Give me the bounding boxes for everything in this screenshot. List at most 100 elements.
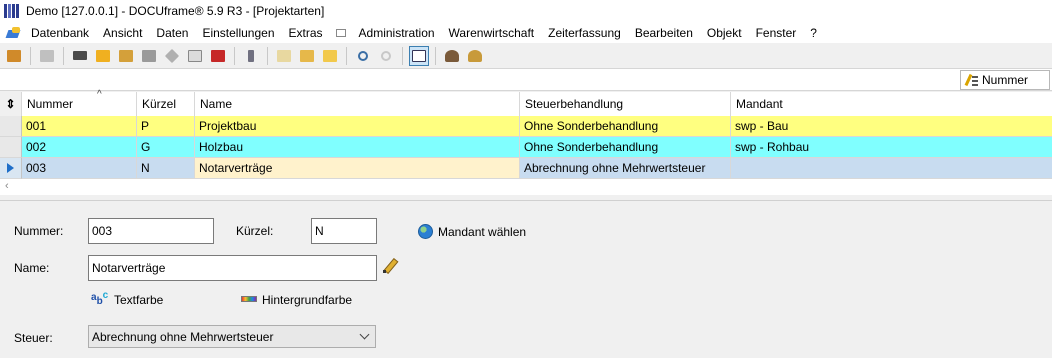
search-disabled-icon[interactable] [376,46,396,66]
cell-steuerbehandlung[interactable]: Ohne Sonderbehandlung [520,116,731,137]
steuer-select-value: Abrechnung ohne Mehrwertsteuer [92,329,274,344]
textfarbe-button[interactable]: Textfarbe [114,293,163,307]
folder-icon[interactable] [116,46,136,66]
cell-name[interactable]: Holzbau [195,137,520,158]
menu-fenster[interactable]: Fenster [749,26,804,40]
cell-steuerbehandlung[interactable]: Ohne Sonderbehandlung [520,137,731,158]
table-row[interactable]: 002 G Holzbau Ohne Sonderbehandlung swp … [0,137,1052,158]
window-title: Demo [127.0.0.1] - DOCUframe® 5.9 R3 - [… [26,4,325,18]
menu-daten[interactable]: Daten [149,26,195,40]
cell-mandant[interactable]: swp - Rohbau [731,137,1052,158]
menu-help[interactable]: ? [803,26,824,40]
notebook-icon[interactable] [139,46,159,66]
projektarten-grid: ⇕ Nummer ^ Kürzel Name Steuerbehandlung … [0,89,1052,195]
menu-zeiterfassung[interactable]: Zeiterfassung [541,26,628,40]
kuerzel-label: Kürzel: [236,224,274,238]
table-row-current[interactable]: 003 N Notarverträge Abrechnung ohne Mehr… [0,158,1052,179]
cell-nummer[interactable]: 001 [22,116,137,137]
background-color-icon[interactable] [241,296,257,302]
user-group-icon[interactable] [465,46,485,66]
cell-kuerzel[interactable]: G [137,137,195,158]
horizontal-scrollbar[interactable]: ‹ [0,180,1052,194]
menu-administration[interactable]: Administration [352,26,442,40]
tag-icon[interactable] [162,46,182,66]
table-row[interactable]: 001 P Projektbau Ohne Sonderbehandlung s… [0,116,1052,137]
list-icon[interactable] [93,46,113,66]
open-folder-icon[interactable] [297,46,317,66]
new-record-icon[interactable] [4,46,24,66]
menu-datenbank[interactable]: Datenbank [24,26,96,40]
select-all-icon[interactable]: ⇕ [0,92,22,116]
toolbar [0,43,1052,69]
steuer-select[interactable]: Abrechnung ohne Mehrwertsteuer [88,325,376,348]
column-header-steuerbehandlung[interactable]: Steuerbehandlung [520,92,731,116]
hintergrundfarbe-button[interactable]: Hintergrundfarbe [262,293,352,307]
print-icon[interactable] [37,46,57,66]
row-selector[interactable] [0,116,22,137]
menu-app-icon[interactable] [6,26,22,40]
cell-steuerbehandlung[interactable]: Abrechnung ohne Mehrwertsteuer [520,158,731,179]
mandant-waehlen-link[interactable]: Mandant wählen [438,225,526,239]
phone-icon[interactable] [241,46,261,66]
menu-objekt[interactable]: Objekt [700,26,749,40]
menu-warenwirtschaft[interactable]: Warenwirtschaft [442,26,542,40]
detail-panel: Nummer: 003 Kürzel: N Mandant wählen Nam… [0,200,1052,358]
steuer-label: Steuer: [14,331,53,345]
column-header-nummer[interactable]: Nummer ^ [22,89,137,116]
menu-extras[interactable]: Extras [282,26,330,40]
cell-name[interactable]: Projektbau [195,116,520,137]
contact-card-icon[interactable] [70,46,90,66]
row-selector[interactable] [0,158,22,179]
globe-icon[interactable] [418,224,433,239]
cell-nummer[interactable]: 002 [22,137,137,158]
scroll-left-icon[interactable]: ‹ [5,180,9,192]
document-icon[interactable] [185,46,205,66]
keyboard-icon[interactable] [335,28,346,37]
text-color-icon[interactable]: abc [91,291,108,307]
export-icon[interactable] [320,46,340,66]
toolbar-separator [346,46,347,65]
new-document-icon[interactable] [274,46,294,66]
kuerzel-field[interactable]: N [311,218,377,244]
nummer-label: Nummer: [14,224,64,238]
toolbar-separator [234,46,235,65]
cell-kuerzel[interactable]: P [137,116,195,137]
cell-kuerzel[interactable]: N [137,158,195,179]
menu-bar: Datenbank Ansicht Daten Einstellungen Ex… [0,22,1052,43]
menu-bearbeiten[interactable]: Bearbeiten [628,26,700,40]
toolbar-separator [63,46,64,65]
cell-name-editing[interactable]: Notarverträge [195,158,520,179]
pencil-icon[interactable] [382,258,398,274]
cell-nummer[interactable]: 003 [22,158,137,179]
column-header-kuerzel[interactable]: Kürzel [137,92,195,116]
users-icon[interactable] [442,46,462,66]
column-label-nummer: Nummer [27,97,74,111]
nummer-field[interactable]: 003 [88,218,214,244]
sort-icon [965,73,979,87]
sort-button[interactable]: Nummer [960,70,1050,90]
menu-ansicht[interactable]: Ansicht [96,26,149,40]
column-header-mandant[interactable]: Mandant [731,92,1052,116]
sort-ascending-icon: ^ [97,89,102,100]
sort-label: Nummer [982,73,1029,87]
row-selector[interactable] [0,137,22,158]
calendar-icon[interactable] [208,46,228,66]
grid-header: ⇕ Nummer ^ Kürzel Name Steuerbehandlung … [0,89,1052,116]
app-icon [4,4,20,18]
toolbar-separator [402,46,403,65]
cell-mandant[interactable]: swp - Bau [731,116,1052,137]
toolbar-separator [267,46,268,65]
toolbar-separator [30,46,31,65]
name-field[interactable]: Notarverträge [88,255,377,281]
search-icon[interactable] [353,46,373,66]
menu-einstellungen[interactable]: Einstellungen [195,26,281,40]
toolbar-separator [435,46,436,65]
sort-bar: Nummer [0,69,1052,91]
title-bar: Demo [127.0.0.1] - DOCUframe® 5.9 R3 - [… [0,0,1052,22]
name-label: Name: [14,261,50,275]
detail-view-icon[interactable] [409,45,429,66]
chevron-down-icon [359,329,370,340]
cell-mandant[interactable] [731,158,1052,179]
current-row-arrow-icon [7,163,14,173]
column-header-name[interactable]: Name [195,92,520,116]
